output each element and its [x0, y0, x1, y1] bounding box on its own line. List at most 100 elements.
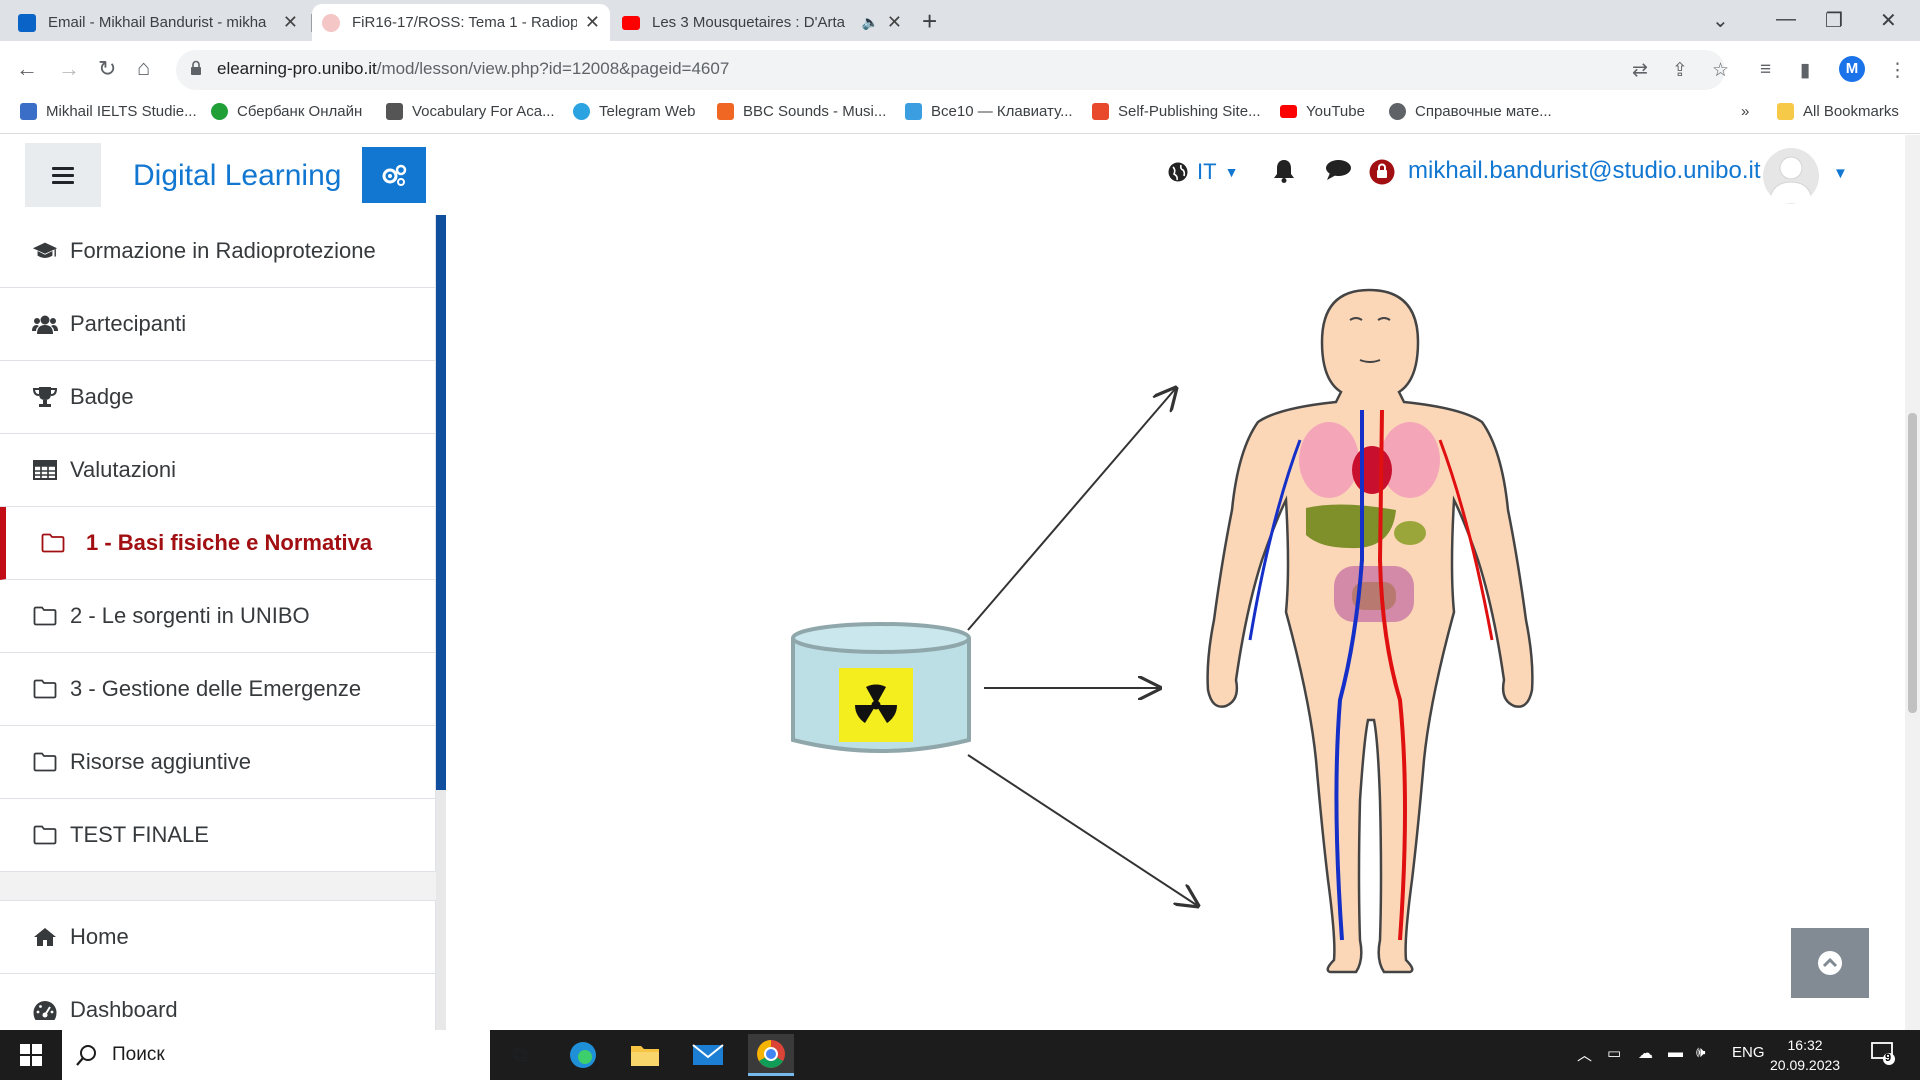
- outlook-icon: [18, 13, 36, 32]
- user-avatar[interactable]: [1763, 148, 1819, 204]
- volume-icon[interactable]: 🕪: [1696, 1044, 1705, 1061]
- sidebar-item-final-test[interactable]: TEST FINALE: [0, 799, 435, 872]
- home-icon[interactable]: ⌂: [137, 55, 150, 81]
- mail-icon[interactable]: [691, 1038, 725, 1072]
- input-language[interactable]: ENG: [1732, 1044, 1765, 1061]
- close-icon[interactable]: ✕: [585, 12, 600, 33]
- sidebar-scroll-thumb[interactable]: [436, 215, 446, 790]
- bookmark-star-icon[interactable]: ☆: [1712, 59, 1729, 82]
- arrow-lower: [967, 754, 1198, 906]
- tab-search-icon[interactable]: ⌄: [1712, 8, 1729, 33]
- bookmark-item[interactable]: Telegram Web: [573, 103, 695, 120]
- tray-chevron-up-icon[interactable]: ︿: [1577, 1044, 1592, 1065]
- page-scrollbar[interactable]: [1905, 135, 1920, 1030]
- unibo-icon: [322, 13, 340, 32]
- human-body-illustration: [1206, 288, 1534, 974]
- hamburger-menu-button[interactable]: [25, 143, 101, 207]
- bookmark-label: Сбербанк Онлайн: [237, 103, 363, 120]
- bookmark-item[interactable]: BBC Sounds - Musi...: [717, 103, 886, 120]
- forward-icon[interactable]: →: [58, 56, 80, 82]
- profile-avatar[interactable]: M: [1839, 56, 1865, 82]
- site-info-icon[interactable]: [190, 60, 202, 76]
- chevron-up-icon: [1818, 951, 1842, 975]
- tab-title: FiR16-17/ROSS: Tema 1 - Radiopr: [352, 14, 577, 31]
- all-bookmarks[interactable]: All Bookmarks: [1777, 103, 1899, 120]
- sidebar-scrollbar[interactable]: [436, 215, 446, 1030]
- language-label: IT: [1197, 159, 1217, 184]
- battery-icon[interactable]: ▬: [1668, 1044, 1683, 1061]
- new-tab-button[interactable]: +: [922, 6, 937, 37]
- bookmark-label: Self-Publishing Site...: [1118, 103, 1261, 120]
- sidebar-item-home[interactable]: Home: [0, 901, 435, 974]
- search-placeholder: Поиск: [112, 1044, 165, 1065]
- edge-icon[interactable]: [566, 1038, 600, 1072]
- radiation-arrows: [967, 388, 1198, 906]
- graduation-cap-icon: [32, 240, 58, 262]
- bookmark-item[interactable]: YouTube: [1280, 103, 1365, 120]
- taskbar-search[interactable]: Поиск: [62, 1030, 490, 1080]
- user-email[interactable]: mikhail.bandurist@studio.unibo.it: [1408, 157, 1761, 185]
- chat-icon: [1326, 160, 1351, 180]
- sidebar-item-course[interactable]: Formazione in Radioprotezione: [0, 215, 435, 288]
- sidebar-item-label: Badge: [70, 384, 134, 409]
- sidebar-item-badge[interactable]: Badge: [0, 361, 435, 434]
- sidebar-item-grades[interactable]: Valutazioni: [0, 434, 435, 507]
- translate-icon[interactable]: ⇄: [1632, 59, 1648, 82]
- language-menu[interactable]: IT ▼: [1167, 159, 1238, 185]
- tab-email[interactable]: Email - Mikhail Bandurist - mikha ✕: [8, 4, 308, 41]
- page-scroll-thumb[interactable]: [1908, 413, 1917, 713]
- notification-center-icon[interactable]: 9: [1870, 1040, 1896, 1070]
- sidebar-item-dashboard[interactable]: Dashboard: [0, 974, 435, 1030]
- tab-youtube[interactable]: Les 3 Mousquetaires : D'Arta 🔈 ✕: [612, 4, 912, 41]
- file-explorer-icon[interactable]: [628, 1038, 662, 1072]
- youtube-icon: [622, 15, 640, 30]
- restore-button[interactable]: ❐: [1825, 8, 1843, 33]
- settings-gear-button[interactable]: [362, 147, 426, 203]
- bookmark-favicon-icon: [1389, 103, 1406, 120]
- sidebar-item-label: 3 - Gestione delle Emergenze: [70, 676, 362, 701]
- bookmark-item[interactable]: Mikhail IELTS Studie...: [20, 103, 197, 120]
- close-icon[interactable]: ✕: [283, 12, 298, 33]
- onedrive-icon[interactable]: ☁: [1638, 1044, 1653, 1062]
- notifications-button[interactable]: [1273, 159, 1295, 183]
- task-view-icon[interactable]: ⧉: [503, 1038, 537, 1072]
- sidebar-item-section-1[interactable]: 1 - Basi fisiche e Normativa: [0, 507, 435, 580]
- bookmark-item[interactable]: Сбербанк Онлайн: [211, 103, 362, 120]
- reading-list-icon[interactable]: ≡: [1760, 59, 1771, 81]
- close-window-button[interactable]: ✕: [1880, 8, 1897, 33]
- user-menu-chevron-icon[interactable]: ▼: [1833, 165, 1848, 182]
- folder-icon: [32, 678, 58, 700]
- bookmarks-overflow-icon[interactable]: »: [1741, 103, 1749, 120]
- back-to-top-button[interactable]: [1791, 928, 1869, 998]
- bookmark-item[interactable]: Self-Publishing Site...: [1092, 103, 1261, 120]
- share-icon[interactable]: ⇪: [1672, 59, 1688, 82]
- messages-button[interactable]: [1325, 159, 1352, 181]
- minimize-button[interactable]: —: [1776, 8, 1796, 31]
- tab-lesson[interactable]: FiR16-17/ROSS: Tema 1 - Radiopr ✕: [312, 4, 610, 41]
- bookmark-item[interactable]: Справочные мате...: [1389, 103, 1552, 120]
- bookmark-favicon-icon: [386, 103, 403, 120]
- user-badge[interactable]: [1369, 159, 1395, 185]
- taskbar-clock[interactable]: 16:32 20.09.2023: [1770, 1035, 1840, 1075]
- back-icon[interactable]: ←: [16, 56, 38, 82]
- windows-start-icon[interactable]: [14, 1038, 48, 1072]
- bookmark-item[interactable]: Vocabulary For Aca...: [386, 103, 555, 120]
- sidebar-item-label: 1 - Basi fisiche e Normativa: [86, 530, 373, 555]
- network-icon[interactable]: ▭: [1607, 1044, 1621, 1062]
- chrome-taskbar-icon[interactable]: [748, 1034, 794, 1076]
- sidebar-item-resources[interactable]: Risorse aggiuntive: [0, 726, 435, 799]
- menu-kebab-icon[interactable]: ⋮: [1888, 59, 1907, 82]
- sidebar-item-label: TEST FINALE: [70, 822, 209, 847]
- sidebar-item-section-2[interactable]: 2 - Le sorgenti in UNIBO: [0, 580, 435, 653]
- sidebar-item-participants[interactable]: Partecipanti: [0, 288, 435, 361]
- reload-icon[interactable]: ↻: [98, 56, 116, 82]
- sidebar-item-section-3[interactable]: 3 - Gestione delle Emergenze: [0, 653, 435, 726]
- lungs: [1299, 422, 1359, 498]
- side-panel-icon[interactable]: ▮: [1800, 59, 1810, 82]
- site-brand[interactable]: Digital Learning: [133, 159, 341, 193]
- url-text[interactable]: elearning-pro.unibo.it/mod/lesson/view.p…: [217, 59, 729, 79]
- bookmark-item[interactable]: Все10 — Клавиату...: [905, 103, 1073, 120]
- audio-playing-icon[interactable]: 🔈: [861, 14, 878, 31]
- close-icon[interactable]: ✕: [887, 12, 902, 33]
- bookmark-favicon-icon: [717, 103, 734, 120]
